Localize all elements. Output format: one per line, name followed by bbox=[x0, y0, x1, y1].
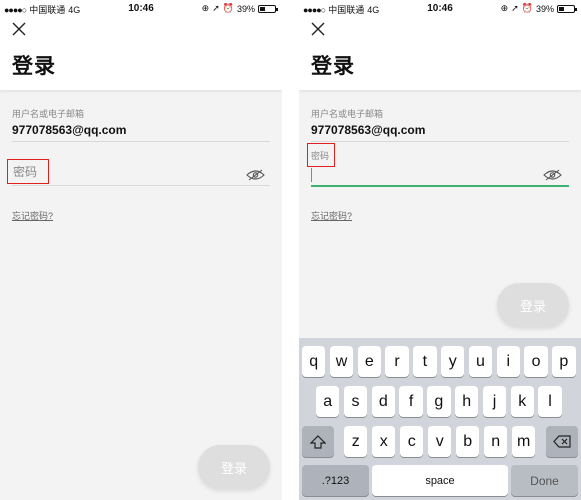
location-icon: ➚ bbox=[511, 3, 519, 13]
close-icon[interactable] bbox=[12, 22, 26, 36]
key-j[interactable]: j bbox=[482, 386, 507, 417]
shift-key[interactable] bbox=[302, 426, 334, 457]
key-q[interactable]: q bbox=[302, 346, 326, 377]
password-divider bbox=[12, 185, 270, 186]
username-field[interactable]: 977078563@qq.com bbox=[311, 123, 425, 137]
lock-rotation-icon: ⊕ bbox=[201, 3, 210, 13]
username-label: 用户名或电子邮箱 bbox=[311, 109, 384, 119]
location-icon: ➚ bbox=[212, 3, 220, 13]
password-label: 密码 bbox=[311, 150, 330, 161]
key-e[interactable]: e bbox=[357, 346, 381, 377]
forgot-password-link[interactable]: 忘记密码? bbox=[12, 209, 53, 222]
battery-percent: 39% bbox=[236, 3, 255, 14]
lock-rotation-icon: ⊕ bbox=[500, 3, 509, 13]
key-x[interactable]: x bbox=[372, 426, 396, 457]
username-field[interactable]: 977078563@qq.com bbox=[12, 123, 126, 137]
key-w[interactable]: w bbox=[329, 346, 354, 377]
status-bar: ●●●●○ 中国联通 4G 10:46 ⊕ ➚ ⏰ 39% bbox=[0, 0, 282, 18]
key-i[interactable]: i bbox=[496, 346, 520, 377]
key-m[interactable]: m bbox=[512, 426, 536, 457]
battery-icon bbox=[258, 4, 278, 13]
done-key[interactable]: Done bbox=[511, 465, 578, 496]
key-f[interactable]: f bbox=[399, 386, 423, 417]
key-l[interactable]: l bbox=[538, 386, 562, 417]
key-r[interactable]: r bbox=[385, 346, 409, 377]
space-key[interactable]: space bbox=[372, 465, 508, 496]
username-divider bbox=[311, 141, 569, 142]
username-label: 用户名或电子邮箱 bbox=[12, 109, 85, 119]
backspace-key[interactable] bbox=[546, 426, 578, 457]
shift-icon bbox=[310, 434, 326, 449]
numbers-key[interactable]: .?123 bbox=[302, 465, 369, 496]
password-placeholder: 密码 bbox=[13, 165, 38, 179]
key-b[interactable]: b bbox=[456, 426, 480, 457]
key-k[interactable]: k bbox=[510, 386, 534, 417]
key-d[interactable]: d bbox=[371, 386, 395, 417]
login-button[interactable]: 登录 bbox=[497, 283, 569, 327]
key-h[interactable]: h bbox=[455, 386, 479, 417]
password-input[interactable]: 密码 bbox=[7, 159, 49, 184]
key-v[interactable]: v bbox=[428, 426, 452, 457]
forgot-password-link[interactable]: 忘记密码? bbox=[311, 209, 352, 222]
login-button[interactable]: 登录 bbox=[198, 445, 270, 489]
key-c[interactable]: c bbox=[400, 426, 424, 457]
alarm-icon: ⏰ bbox=[521, 3, 533, 13]
alarm-icon: ⏰ bbox=[222, 3, 234, 13]
header: ●●●●○ 中国联通 4G 10:46 ⊕ ➚ ⏰ 39% 登录 bbox=[299, 0, 581, 90]
password-input-underline[interactable] bbox=[311, 185, 569, 187]
key-u[interactable]: u bbox=[468, 346, 493, 377]
eye-slash-icon[interactable] bbox=[246, 169, 265, 181]
battery-icon bbox=[557, 4, 577, 13]
phone-screen-after: ●●●●○ 中国联通 4G 10:46 ⊕ ➚ ⏰ 39% 登录 用户名或电子邮… bbox=[299, 0, 581, 500]
key-y[interactable]: y bbox=[441, 346, 465, 377]
battery-percent: 39% bbox=[535, 3, 554, 14]
page-title: 登录 bbox=[311, 55, 355, 78]
username-divider bbox=[12, 141, 270, 142]
keyboard: qwertyuiop asdfghjkl zxcvbnm .?123 space… bbox=[299, 338, 581, 500]
close-icon[interactable] bbox=[311, 22, 325, 36]
eye-slash-icon[interactable] bbox=[543, 169, 562, 181]
status-bar: ●●●●○ 中国联通 4G 10:46 ⊕ ➚ ⏰ 39% bbox=[299, 0, 581, 18]
key-t[interactable]: t bbox=[413, 346, 437, 377]
key-p[interactable]: p bbox=[552, 346, 576, 377]
phone-screen-before: ●●●●○ 中国联通 4G 10:46 ⊕ ➚ ⏰ 39% 登录 用户名或电子邮… bbox=[0, 0, 282, 500]
page-title: 登录 bbox=[12, 55, 56, 78]
key-s[interactable]: s bbox=[343, 386, 368, 417]
key-a[interactable]: a bbox=[316, 386, 340, 417]
header: ●●●●○ 中国联通 4G 10:46 ⊕ ➚ ⏰ 39% 登录 bbox=[0, 0, 282, 90]
key-o[interactable]: o bbox=[524, 346, 548, 377]
backspace-icon bbox=[553, 435, 571, 448]
key-z[interactable]: z bbox=[344, 426, 368, 457]
text-cursor bbox=[311, 168, 312, 182]
key-g[interactable]: g bbox=[427, 386, 451, 417]
password-label-box: 密码 bbox=[307, 143, 335, 167]
key-n[interactable]: n bbox=[484, 426, 508, 457]
